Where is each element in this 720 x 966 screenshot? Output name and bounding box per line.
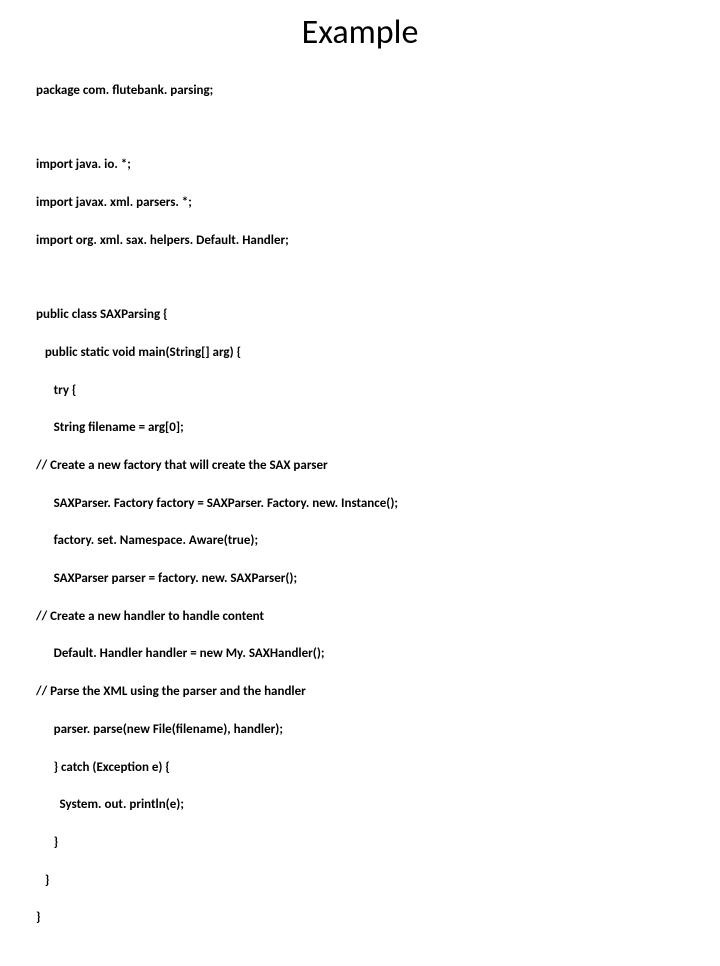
code-line: public static void main(String[] arg) { [36, 344, 684, 363]
code-blank [36, 120, 684, 138]
code-line: SAXParser. Factory factory = SAXParser. … [36, 495, 684, 514]
slide-title: Example [36, 12, 684, 53]
code-line: } [36, 834, 684, 853]
code-line: // Create a new factory that will create… [36, 457, 684, 476]
code-line: package com. flutebank. parsing; [36, 82, 684, 101]
code-line: public class SAXParsing { [36, 306, 684, 325]
code-line: } [36, 872, 684, 891]
code-line: // Parse the XML using the parser and th… [36, 683, 684, 702]
code-line: Default. Handler handler = new My. SAXHa… [36, 645, 684, 664]
code-line: import javax. xml. parsers. *; [36, 194, 684, 213]
code-line: } catch (Exception e) { [36, 759, 684, 778]
code-line: factory. set. Namespace. Aware(true); [36, 532, 684, 551]
code-blank [36, 269, 684, 287]
code-line: SAXParser parser = factory. new. SAXPars… [36, 570, 684, 589]
code-line: System. out. println(e); [36, 796, 684, 815]
code-block: package com. flutebank. parsing; import … [36, 63, 684, 966]
code-line: // Create a new handler to handle conten… [36, 608, 684, 627]
code-line: import org. xml. sax. helpers. Default. … [36, 232, 684, 251]
code-line: try { [36, 382, 684, 401]
slide: Example package com. flutebank. parsing;… [0, 0, 720, 540]
code-line: String filename = arg[0]; [36, 419, 684, 438]
code-line: import java. io. *; [36, 156, 684, 175]
code-line: parser. parse(new File(filename), handle… [36, 721, 684, 740]
code-line: } [36, 909, 684, 928]
